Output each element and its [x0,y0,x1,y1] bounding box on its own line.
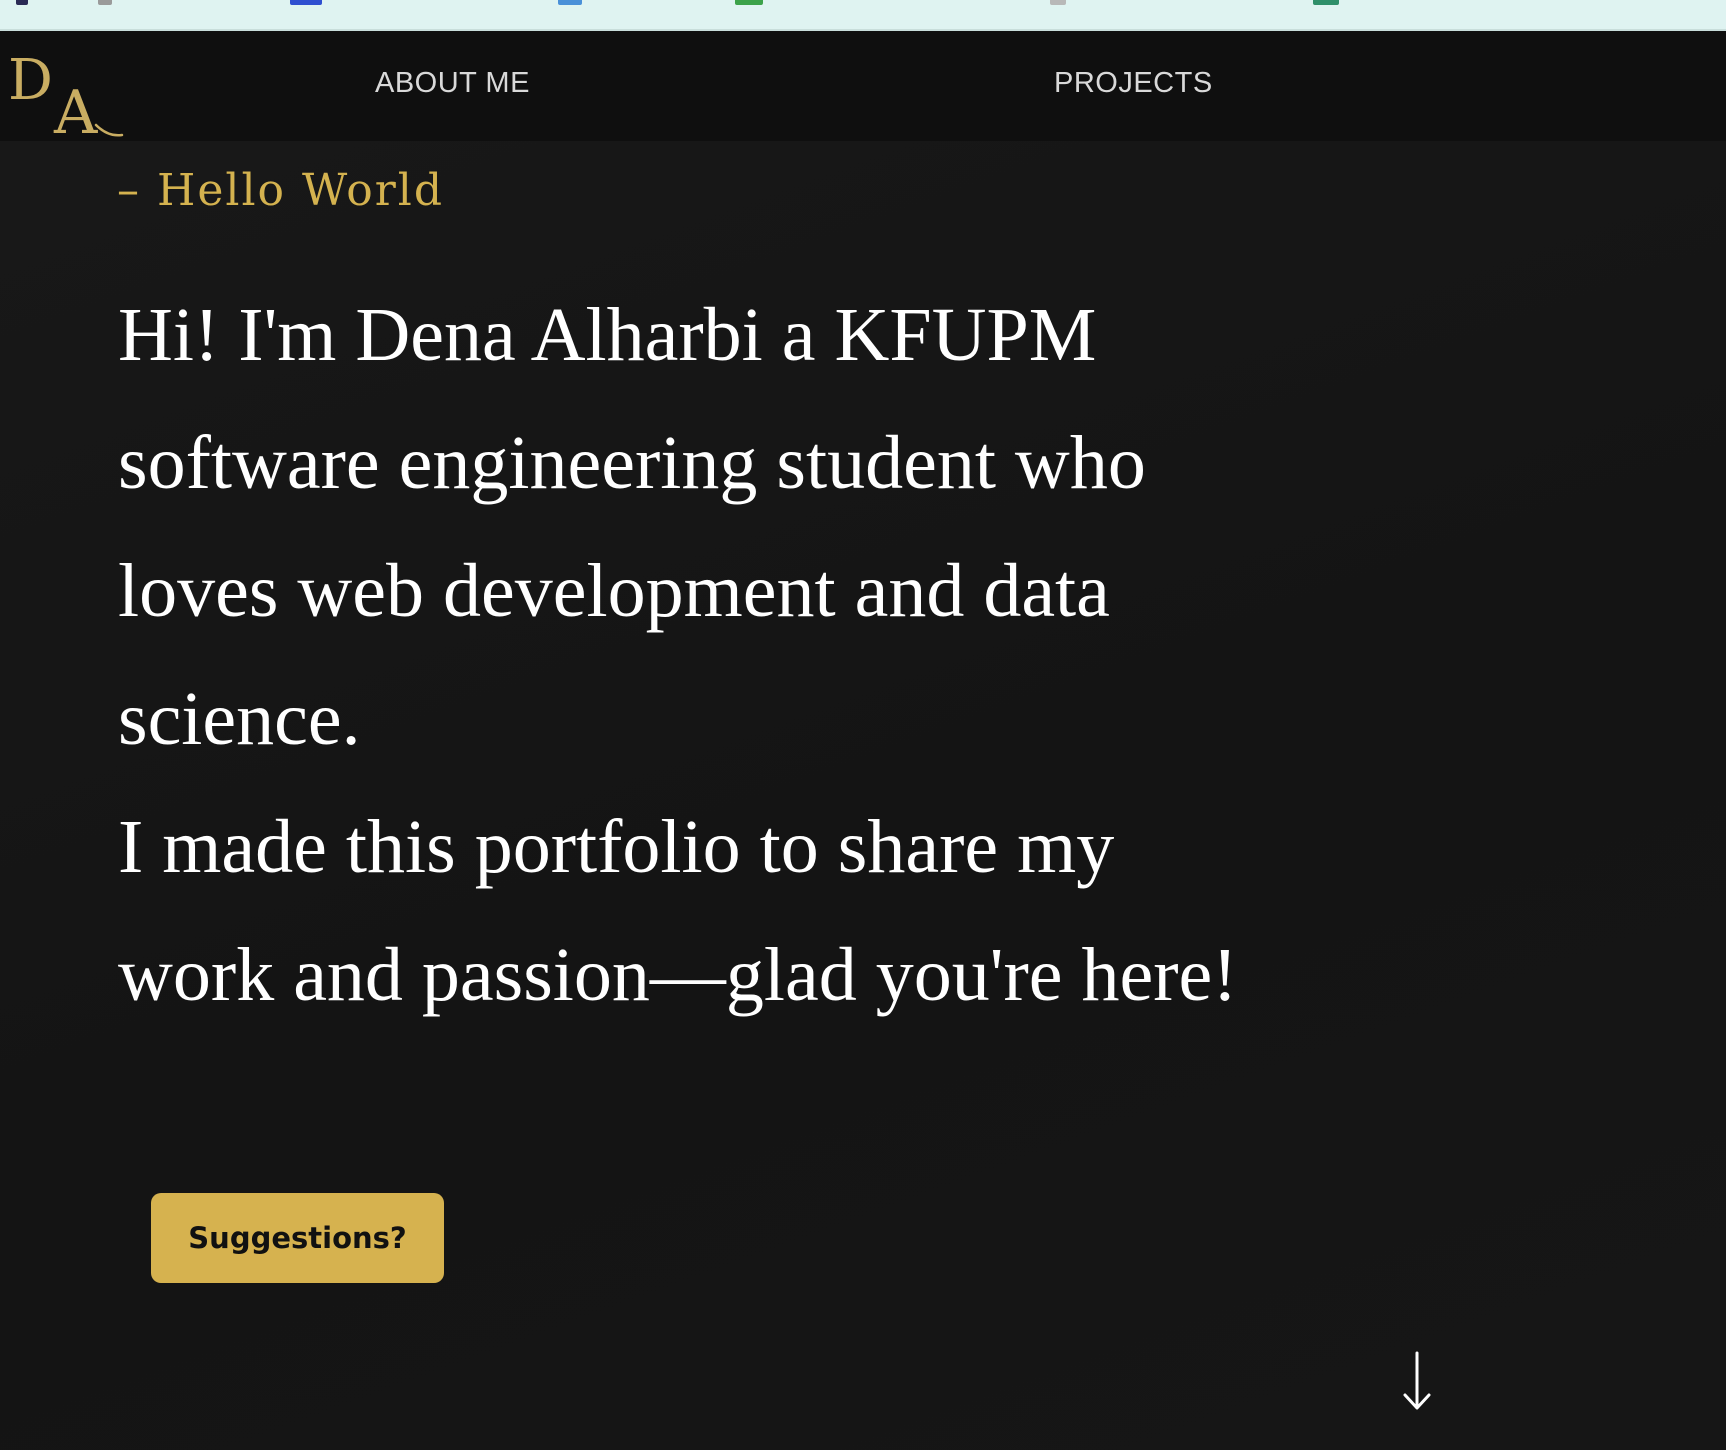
hero-greeting: – Hello World [117,165,445,216]
navbar: D A ABOUT ME PROJECTS [0,31,1726,141]
hero-intro: Hi! I'm Dena Alharbi a KFUPM software en… [118,271,1238,1039]
bookmark-icon[interactable] [16,0,28,5]
logo-letter-a: A [53,78,98,141]
browser-toolbar-strip [0,0,1726,31]
nav-projects-link[interactable]: PROJECTS [1054,67,1213,100]
logo[interactable]: D A [0,45,130,141]
logo-flourish [94,123,124,137]
bookmark-icon[interactable] [290,0,322,5]
suggestions-button[interactable]: Suggestions? [151,1193,444,1283]
bookmark-icon[interactable] [1313,0,1339,5]
arrow-down-icon[interactable] [1400,1351,1434,1411]
bookmark-icon[interactable] [98,0,112,5]
hero-section: – Hello World Hi! I'm Dena Alharbi a KFU… [0,141,1726,1450]
bookmark-icon[interactable] [558,0,582,5]
intro-paragraph: I made this portfolio to share my work a… [118,805,1238,1017]
bookmark-icon[interactable] [735,0,763,5]
intro-paragraph: Hi! I'm Dena Alharbi a KFUPM software en… [118,293,1146,761]
logo-letter-d: D [8,48,53,113]
bookmark-icon[interactable] [1050,0,1066,5]
nav-about-me-link[interactable]: ABOUT ME [375,67,530,100]
